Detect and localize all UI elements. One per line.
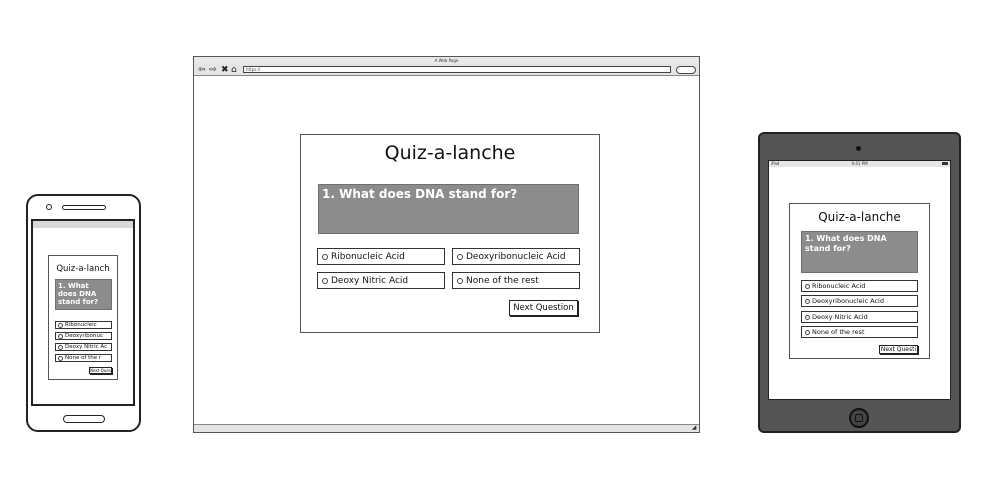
phone-quiz-title: Quiz-a-lanch: [56, 264, 110, 274]
radio-icon: [58, 322, 63, 328]
phone-option-2[interactable]: Deoxyribonuc: [55, 332, 112, 340]
option-ribonucleic[interactable]: Ribonucleic Acid: [317, 248, 445, 265]
radio-icon: [322, 277, 328, 284]
phone-camera-icon: [46, 204, 52, 210]
option-deoxy-nitric[interactable]: Deoxy Nitric Acid: [317, 272, 445, 289]
radio-icon: [58, 333, 63, 339]
home-square-icon: [855, 414, 863, 422]
browser-quiz-card: Quiz-a-lanche 1. What does DNA stand for…: [300, 134, 600, 333]
phone-status-bar: [33, 221, 133, 228]
tablet-option-1[interactable]: Ribonucleic Acid: [801, 280, 918, 292]
tablet-option-4[interactable]: None of the rest: [801, 326, 918, 338]
phone-home-button[interactable]: [63, 415, 105, 423]
phone-next-question-button[interactable]: Next Quest: [89, 367, 112, 374]
radio-icon: [322, 253, 328, 260]
radio-icon: [805, 314, 810, 320]
phone-speaker: [62, 205, 106, 210]
quiz-title: Quiz-a-lanche: [384, 142, 516, 164]
tablet-question-box: 1. What does DNA stand for?: [801, 231, 918, 273]
home-icon[interactable]: ⌂: [231, 64, 237, 76]
radio-icon: [805, 329, 810, 335]
radio-icon: [457, 253, 463, 260]
option-none-of-the-rest[interactable]: None of the rest: [452, 272, 580, 289]
browser-search-field[interactable]: [676, 66, 696, 74]
radio-icon: [58, 344, 63, 350]
url-input[interactable]: https://: [243, 66, 671, 73]
tablet-option-3[interactable]: Deoxy Nitric Acid: [801, 311, 918, 323]
phone-question-box: 1. What does DNA stand for?: [55, 279, 112, 310]
tablet-option-2[interactable]: Deoxyribonucleic Acid: [801, 295, 918, 307]
option-deoxyribonucleic[interactable]: Deoxyribonucleic Acid: [452, 248, 580, 265]
radio-icon: [457, 277, 463, 284]
browser-window-title: A Web Page: [434, 58, 459, 63]
back-arrow-icon[interactable]: ⇦: [198, 64, 206, 76]
radio-icon: [805, 283, 810, 289]
tablet-quiz-title: Quiz-a-lanche: [818, 210, 901, 224]
phone-option-3[interactable]: Deoxy Nitric Ac: [55, 343, 112, 351]
phone-quiz-card: Quiz-a-lanch 1. What does DNA stand for?…: [48, 255, 118, 380]
radio-icon: [58, 355, 63, 361]
tablet-camera-icon: [856, 146, 861, 151]
battery-icon: [942, 162, 948, 165]
forward-arrow-icon[interactable]: ⇨: [209, 64, 217, 76]
tablet-status-time: 9:41 PM: [851, 161, 868, 166]
browser-status-bar: [194, 424, 699, 432]
tablet-status-bar: iPad 9:41 PM: [769, 161, 950, 167]
next-question-button[interactable]: Next Question: [509, 300, 578, 316]
stop-x-icon[interactable]: ✖: [221, 64, 229, 76]
tablet-next-question-button[interactable]: Next Questi: [879, 345, 918, 354]
phone-option-4[interactable]: None of the r: [55, 354, 112, 362]
tablet-quiz-card: Quiz-a-lanche 1. What does DNA stand for…: [789, 203, 930, 359]
question-box: 1. What does DNA stand for?: [318, 184, 579, 234]
phone-option-1[interactable]: Ribonucleic: [55, 321, 112, 329]
radio-icon: [805, 298, 810, 304]
resize-grip-icon[interactable]: ◢: [690, 424, 698, 432]
